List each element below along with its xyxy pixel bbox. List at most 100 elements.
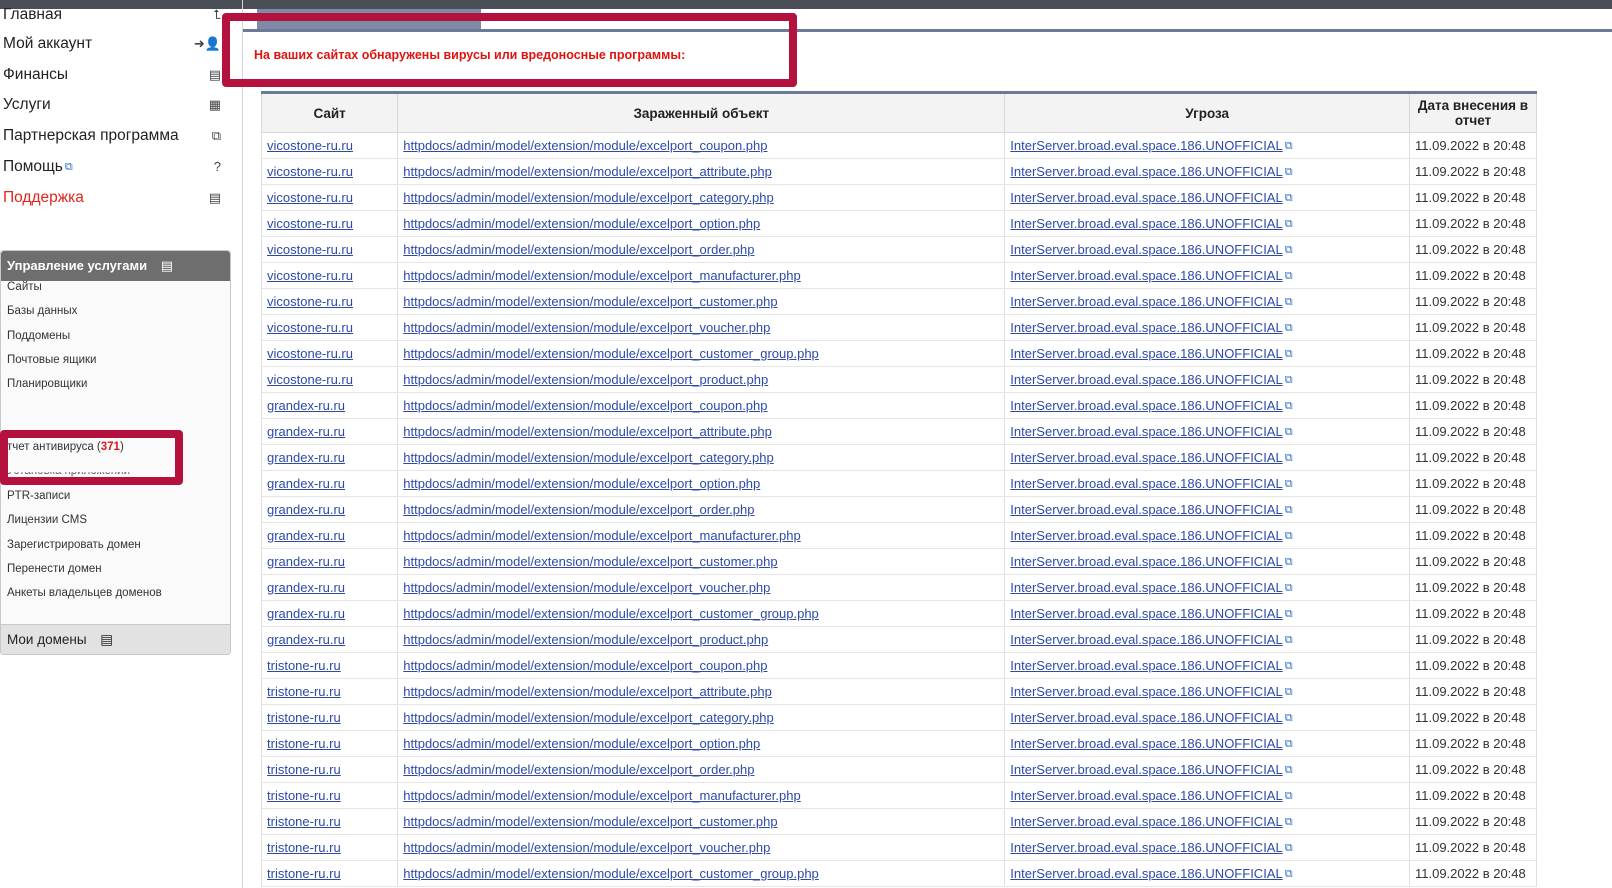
site-link[interactable]: tristone-ru.ru [267,762,341,777]
infected-object-link[interactable]: httpdocs/admin/model/extension/module/ex… [403,138,767,153]
site-link[interactable]: vicostone-ru.ru [267,190,353,205]
site-link[interactable]: vicostone-ru.ru [267,372,353,387]
infected-object-link[interactable]: httpdocs/admin/model/extension/module/ex… [403,190,773,205]
services-menu-item[interactable]: Анкеты владельцев доменов [7,587,162,599]
infected-object-link[interactable]: httpdocs/admin/model/extension/module/ex… [403,294,777,309]
site-link[interactable]: vicostone-ru.ru [267,268,353,283]
infected-object-link[interactable]: httpdocs/admin/model/extension/module/ex… [403,476,760,491]
infected-object-link[interactable]: httpdocs/admin/model/extension/module/ex… [403,788,800,803]
site-link[interactable]: tristone-ru.ru [267,866,341,881]
site-link[interactable]: grandex-ru.ru [267,398,345,413]
threat-link[interactable]: InterServer.broad.eval.space.186.UNOFFIC… [1010,710,1282,725]
nav-item-6[interactable]: Поддержка ▤ [3,186,221,210]
site-link[interactable]: tristone-ru.ru [267,736,341,751]
infected-object-link[interactable]: httpdocs/admin/model/extension/module/ex… [403,450,773,465]
threat-link[interactable]: InterServer.broad.eval.space.186.UNOFFIC… [1010,294,1282,309]
threat-link[interactable]: InterServer.broad.eval.space.186.UNOFFIC… [1010,320,1282,335]
threat-link[interactable]: InterServer.broad.eval.space.186.UNOFFIC… [1010,658,1282,673]
services-menu-item[interactable]: Почтовые ящики [7,354,96,366]
services-menu-item[interactable]: Лицензии CMS [7,514,87,526]
threat-link[interactable]: InterServer.broad.eval.space.186.UNOFFIC… [1010,554,1282,569]
infected-object-link[interactable]: httpdocs/admin/model/extension/module/ex… [403,164,772,179]
threat-link[interactable]: InterServer.broad.eval.space.186.UNOFFIC… [1010,866,1282,881]
infected-object-link[interactable]: httpdocs/admin/model/extension/module/ex… [403,502,754,517]
services-menu-item[interactable]: Сайты [7,281,42,293]
nav-item-0[interactable]: Главная ⮤ [3,3,221,27]
threat-link[interactable]: InterServer.broad.eval.space.186.UNOFFIC… [1010,606,1282,621]
site-link[interactable]: grandex-ru.ru [267,502,345,517]
threat-link[interactable]: InterServer.broad.eval.space.186.UNOFFIC… [1010,424,1282,439]
tab-antivirus-report[interactable] [257,9,481,29]
nav-item-5[interactable]: Помощь ⧉? [3,155,221,179]
services-menu-item[interactable]: Поддомены [7,330,70,342]
infected-object-link[interactable]: httpdocs/admin/model/extension/module/ex… [403,840,770,855]
infected-object-link[interactable]: httpdocs/admin/model/extension/module/ex… [403,866,819,881]
site-link[interactable]: tristone-ru.ru [267,684,341,699]
services-management-header[interactable]: Управление услугами ▤ [1,251,230,281]
infected-object-link[interactable]: httpdocs/admin/model/extension/module/ex… [403,736,760,751]
infected-object-link[interactable]: httpdocs/admin/model/extension/module/ex… [403,684,772,699]
infected-object-link[interactable]: httpdocs/admin/model/extension/module/ex… [403,814,777,829]
nav-item-2[interactable]: Финансы ▤ [3,63,221,87]
site-link[interactable]: tristone-ru.ru [267,814,341,829]
threat-link[interactable]: InterServer.broad.eval.space.186.UNOFFIC… [1010,736,1282,751]
threat-link[interactable]: InterServer.broad.eval.space.186.UNOFFIC… [1010,346,1282,361]
site-link[interactable]: grandex-ru.ru [267,632,345,647]
site-link[interactable]: vicostone-ru.ru [267,138,353,153]
site-link[interactable]: grandex-ru.ru [267,606,345,621]
site-link[interactable]: grandex-ru.ru [267,450,345,465]
services-menu-item[interactable]: PTR-записи [7,490,70,502]
site-link[interactable]: grandex-ru.ru [267,424,345,439]
threat-link[interactable]: InterServer.broad.eval.space.186.UNOFFIC… [1010,216,1282,231]
services-menu-item[interactable]: Базы данных [7,305,77,317]
infected-object-link[interactable]: httpdocs/admin/model/extension/module/ex… [403,528,800,543]
infected-object-link[interactable]: httpdocs/admin/model/extension/module/ex… [403,658,767,673]
threat-link[interactable]: InterServer.broad.eval.space.186.UNOFFIC… [1010,268,1282,283]
site-link[interactable]: vicostone-ru.ru [267,320,353,335]
antivirus-report-link[interactable]: тчет антивируса (371) [7,441,124,453]
threat-link[interactable]: InterServer.broad.eval.space.186.UNOFFIC… [1010,788,1282,803]
site-link[interactable]: vicostone-ru.ru [267,294,353,309]
infected-object-link[interactable]: httpdocs/admin/model/extension/module/ex… [403,424,772,439]
threat-link[interactable]: InterServer.broad.eval.space.186.UNOFFIC… [1010,242,1282,257]
site-link[interactable]: grandex-ru.ru [267,554,345,569]
site-link[interactable]: grandex-ru.ru [267,528,345,543]
threat-link[interactable]: InterServer.broad.eval.space.186.UNOFFIC… [1010,190,1282,205]
my-domains-button[interactable]: Мои домены ▤ [1,624,230,654]
infected-object-link[interactable]: httpdocs/admin/model/extension/module/ex… [403,320,770,335]
services-menu-item[interactable]: Перенести домен [7,563,102,575]
site-link[interactable]: vicostone-ru.ru [267,164,353,179]
threat-link[interactable]: InterServer.broad.eval.space.186.UNOFFIC… [1010,164,1282,179]
site-link[interactable]: vicostone-ru.ru [267,346,353,361]
install-apps-link[interactable]: Установка приложений [7,472,130,477]
infected-object-link[interactable]: httpdocs/admin/model/extension/module/ex… [403,372,768,387]
site-link[interactable]: vicostone-ru.ru [267,216,353,231]
threat-link[interactable]: InterServer.broad.eval.space.186.UNOFFIC… [1010,450,1282,465]
services-menu-item[interactable]: Планировщики [7,378,87,390]
infected-object-link[interactable]: httpdocs/admin/model/extension/module/ex… [403,242,754,257]
site-link[interactable]: grandex-ru.ru [267,476,345,491]
infected-object-link[interactable]: httpdocs/admin/model/extension/module/ex… [403,554,777,569]
nav-item-4[interactable]: Партнерская программа ⧉ [3,124,221,148]
threat-link[interactable]: InterServer.broad.eval.space.186.UNOFFIC… [1010,372,1282,387]
infected-object-link[interactable]: httpdocs/admin/model/extension/module/ex… [403,268,800,283]
threat-link[interactable]: InterServer.broad.eval.space.186.UNOFFIC… [1010,632,1282,647]
infected-object-link[interactable]: httpdocs/admin/model/extension/module/ex… [403,398,767,413]
infected-object-link[interactable]: httpdocs/admin/model/extension/module/ex… [403,346,819,361]
infected-object-link[interactable]: httpdocs/admin/model/extension/module/ex… [403,762,754,777]
threat-link[interactable]: InterServer.broad.eval.space.186.UNOFFIC… [1010,814,1282,829]
infected-object-link[interactable]: httpdocs/admin/model/extension/module/ex… [403,710,773,725]
site-link[interactable]: tristone-ru.ru [267,840,341,855]
threat-link[interactable]: InterServer.broad.eval.space.186.UNOFFIC… [1010,476,1282,491]
site-link[interactable]: vicostone-ru.ru [267,242,353,257]
threat-link[interactable]: InterServer.broad.eval.space.186.UNOFFIC… [1010,762,1282,777]
infected-object-link[interactable]: httpdocs/admin/model/extension/module/ex… [403,580,770,595]
threat-link[interactable]: InterServer.broad.eval.space.186.UNOFFIC… [1010,528,1282,543]
infected-object-link[interactable]: httpdocs/admin/model/extension/module/ex… [403,632,768,647]
infected-object-link[interactable]: httpdocs/admin/model/extension/module/ex… [403,216,760,231]
nav-item-1[interactable]: Мой аккаунт ➜👤 [3,32,221,56]
site-link[interactable]: grandex-ru.ru [267,580,345,595]
infected-object-link[interactable]: httpdocs/admin/model/extension/module/ex… [403,606,819,621]
threat-link[interactable]: InterServer.broad.eval.space.186.UNOFFIC… [1010,138,1282,153]
site-link[interactable]: tristone-ru.ru [267,710,341,725]
